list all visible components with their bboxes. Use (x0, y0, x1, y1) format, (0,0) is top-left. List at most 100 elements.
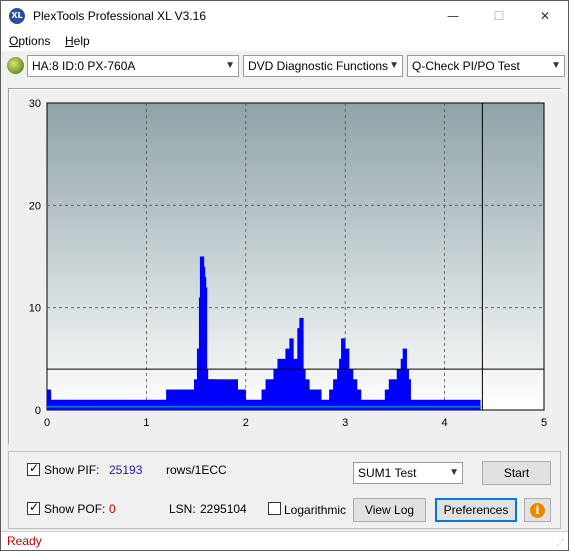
data-bar (74, 399, 79, 410)
sum-test-select[interactable]: SUM1 Test ▼ (353, 462, 463, 484)
data-bar (118, 399, 123, 410)
minimize-button[interactable]: — (430, 1, 476, 31)
data-bar (70, 399, 75, 410)
sum-test-value: SUM1 Test (358, 466, 417, 480)
show-pif-checkbox[interactable] (27, 461, 40, 476)
maximize-button[interactable]: ☐ (476, 1, 522, 31)
data-bar (138, 399, 143, 410)
logarithmic-checkbox[interactable] (268, 502, 281, 515)
function-select[interactable]: DVD Diagnostic Functions ▼ (243, 55, 403, 77)
show-pif-label: Show PIF: (44, 463, 100, 477)
data-bar (452, 399, 457, 410)
resize-grip-icon[interactable]: ⋰ (556, 538, 566, 548)
test-select-value: Q-Check PI/PO Test (412, 59, 520, 73)
data-bar (468, 399, 473, 410)
data-bar (432, 399, 437, 410)
chart-panel: 0 1 2 3 4 5 0 10 20 30 (8, 88, 561, 445)
test-select[interactable]: Q-Check PI/PO Test ▼ (407, 55, 565, 77)
data-bar (408, 399, 413, 410)
data-bar (217, 379, 223, 410)
data-bar (289, 338, 294, 410)
info-button[interactable]: i (524, 498, 551, 522)
data-bar (225, 379, 231, 410)
x-tick-label: 5 (541, 417, 547, 429)
toolbar: HA:8 ID:0 PX-760A ▼ DVD Diagnostic Funct… (1, 53, 568, 79)
data-bar (106, 399, 111, 410)
data-bar (122, 399, 127, 410)
data-bar (62, 399, 68, 410)
data-bar (257, 399, 262, 410)
logarithmic-label: Logarithmic (284, 503, 347, 517)
chevron-down-icon: ▼ (551, 60, 561, 71)
data-bar (460, 399, 465, 410)
pipo-chart: 0 1 2 3 4 5 0 10 20 30 (29, 98, 547, 429)
view-log-button[interactable]: View Log (353, 498, 426, 522)
x-tick-label: 1 (143, 417, 149, 429)
app-logo-icon: XL (9, 8, 25, 24)
data-bar (476, 399, 481, 410)
data-bar (54, 399, 60, 410)
y-tick-label: 10 (29, 303, 41, 315)
data-bar (301, 369, 306, 410)
close-button[interactable]: ✕ (522, 1, 568, 31)
y-tick-label: 30 (29, 98, 41, 110)
data-bar (233, 379, 238, 410)
data-bar (360, 399, 366, 410)
data-bar (353, 379, 358, 410)
data-bar (98, 399, 103, 410)
data-bar (345, 348, 350, 410)
menu-options-mnemonic: O (9, 34, 19, 48)
data-bar (102, 399, 107, 410)
data-bar (142, 399, 147, 410)
data-bar (325, 399, 330, 410)
data-bar (245, 399, 250, 410)
x-tick-label: 2 (243, 417, 249, 429)
start-button[interactable]: Start (482, 461, 551, 485)
data-bar (444, 399, 449, 410)
title-bar[interactable]: XL PlexTools Professional XL V3.16 — ☐ ✕ (1, 1, 568, 31)
data-bar (221, 379, 227, 410)
data-bar (380, 399, 386, 410)
status-text: Ready (7, 534, 42, 548)
menu-options-label: ptions (18, 34, 51, 48)
data-bar (388, 379, 394, 410)
chevron-down-icon: ▼ (225, 60, 235, 71)
drive-select[interactable]: HA:8 ID:0 PX-760A ▼ (27, 55, 239, 77)
data-bar (114, 399, 119, 410)
data-bar (364, 399, 370, 410)
show-pof-checkbox[interactable] (27, 500, 40, 515)
window-title: PlexTools Professional XL V3.16 (33, 9, 206, 23)
menu-options[interactable]: Options (9, 34, 50, 48)
data-bar (273, 369, 278, 410)
chevron-down-icon: ▼ (389, 60, 399, 71)
menu-help[interactable]: Help (65, 34, 90, 48)
data-bar (154, 399, 159, 410)
data-bar (265, 379, 270, 410)
data-bar (134, 399, 139, 410)
data-bar (472, 399, 477, 410)
y-tick-label: 0 (35, 405, 41, 417)
data-bar (321, 399, 326, 410)
preferences-button[interactable]: Preferences (435, 498, 517, 522)
data-bar (341, 338, 346, 410)
data-bar (253, 399, 258, 410)
data-bar (249, 399, 254, 410)
drive-icon (7, 57, 24, 74)
menu-help-label: elp (73, 34, 90, 48)
data-bar (392, 379, 398, 410)
data-bar (110, 399, 115, 410)
data-bar (213, 379, 219, 410)
data-bar (420, 399, 425, 410)
pif-value: 25193 (109, 463, 143, 477)
data-bar (94, 399, 99, 410)
info-icon: i (530, 503, 545, 518)
chevron-down-icon: ▼ (449, 467, 459, 478)
data-bar (126, 399, 131, 410)
control-panel: Show PIF: 25193 rows/1ECC SUM1 Test ▼ St… (8, 451, 561, 529)
data-bar (416, 399, 421, 410)
data-bar (372, 399, 378, 410)
drive-select-value: HA:8 ID:0 PX-760A (32, 59, 136, 73)
data-bar (305, 379, 310, 410)
menu-help-mnemonic: H (65, 34, 74, 48)
data-bar (281, 358, 286, 410)
